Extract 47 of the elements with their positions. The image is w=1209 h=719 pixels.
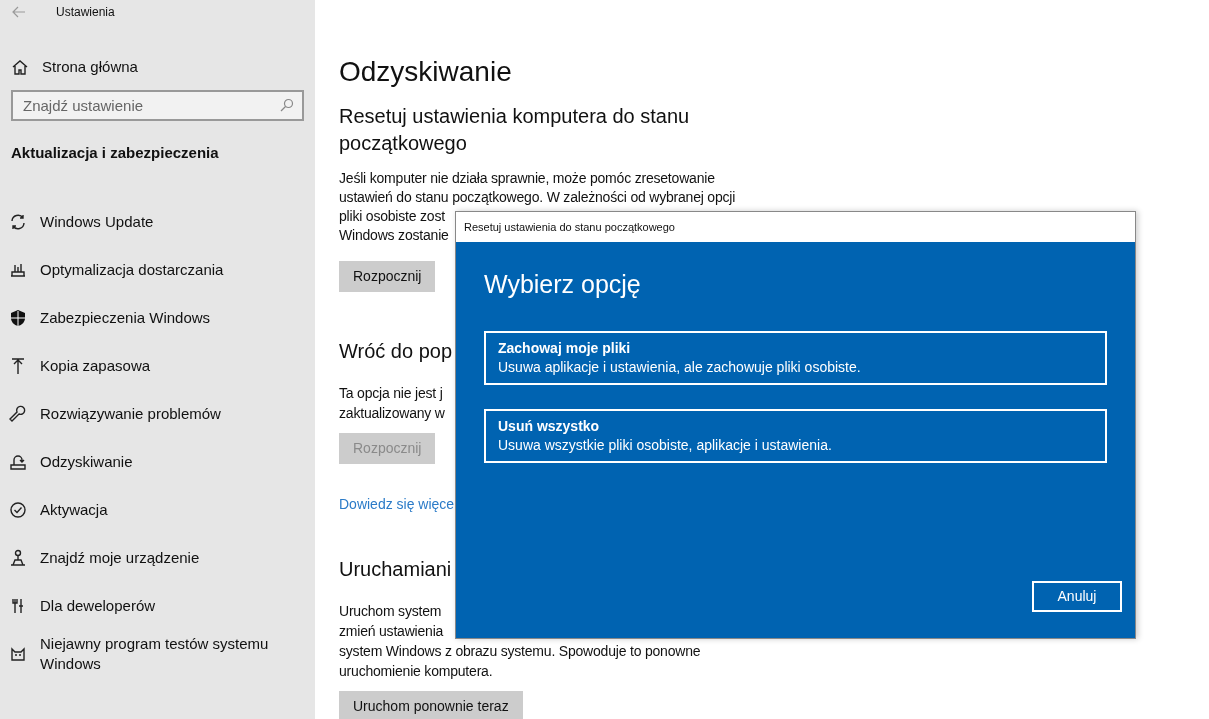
dialog-title: Resetuj ustawienia do stanu początkowego <box>464 219 675 235</box>
search-icon <box>280 98 294 112</box>
dialog-heading: Wybierz opcję <box>484 269 642 300</box>
cat-icon <box>9 644 27 663</box>
home-link[interactable]: Strona główna <box>11 55 315 79</box>
nav-item[interactable]: Optymalizacja dostarczania <box>0 245 315 294</box>
section-heading: Wróć do pop <box>339 339 453 364</box>
reset-option[interactable]: Zachowaj moje pliki Usuwa aplikacje i ustawienia, ale zachowuje pliki osobiste. <box>484 330 1107 385</box>
page-title: Odzyskiwanie <box>339 55 513 89</box>
text-line: Jeśli komputer nie działa sprawnie, może pomóc zresetowanie <box>339 169 715 188</box>
nav-item[interactable]: Rozwiązywanie problemów <box>0 389 315 438</box>
learn-more-link[interactable]: Dowiedz się więce <box>339 494 455 515</box>
reset-option[interactable]: Usuń wszystko Usuwa wszystkie pliki osobiste, aplikacje i ustawienia. <box>484 408 1107 463</box>
sync-icon <box>9 212 27 231</box>
nav-item[interactable]: Znajdź moje urządzenie <box>0 533 315 582</box>
home-icon <box>11 58 29 76</box>
start-button[interactable]: Uruchom ponownie teraz <box>339 691 523 719</box>
nav-item[interactable]: Odzyskiwanie <box>0 437 315 486</box>
search-field[interactable]: Znajdź ustawienie <box>11 90 304 121</box>
check-circle-icon <box>9 500 27 519</box>
nav-item[interactable]: Zabezpieczenia Windows <box>0 293 315 342</box>
section-heading: początkowego <box>339 131 467 156</box>
app-title: Ustawienia <box>56 4 115 21</box>
text-line: zaktualizowany w <box>339 404 445 423</box>
text-line: zmień ustawienia <box>339 622 444 641</box>
text-line: Uruchom system <box>339 602 442 621</box>
section-heading: Uruchamiani <box>339 557 452 582</box>
nav-item[interactable]: Kopia zapasowa <box>0 341 315 390</box>
text-line: uruchomienie komputera. <box>339 662 493 681</box>
start-button[interactable]: Rozpocznij <box>339 261 436 292</box>
text-line: Windows zostanie <box>339 226 449 245</box>
nav-item[interactable]: Niejawny program testów systemu Windows <box>0 629 315 678</box>
person-icon <box>9 548 27 567</box>
recovery-icon <box>9 452 27 471</box>
nav-item[interactable]: Dla deweloperów <box>0 581 315 630</box>
text-line: ustawień do stanu początkowego. W zależności od wybranej opcji <box>339 188 736 207</box>
nav-item[interactable]: Windows Update <box>0 197 315 246</box>
text-line: Ta opcja nie jest j <box>339 384 443 403</box>
cancel-button[interactable]: Anuluj <box>1032 581 1122 612</box>
shield-icon <box>9 308 27 327</box>
back-arrow-icon[interactable] <box>12 6 26 18</box>
text-line: pliki osobiste zost <box>339 207 445 226</box>
section-title: Aktualizacja i zabezpieczenia <box>11 143 220 163</box>
upload-icon <box>9 356 27 375</box>
text-line: system Windows z obrazu systemu. Spowoduje to ponowne <box>339 642 701 661</box>
section-heading: Resetuj ustawienia komputera do stanu <box>339 104 690 129</box>
nav-item[interactable]: Aktywacja <box>0 485 315 534</box>
